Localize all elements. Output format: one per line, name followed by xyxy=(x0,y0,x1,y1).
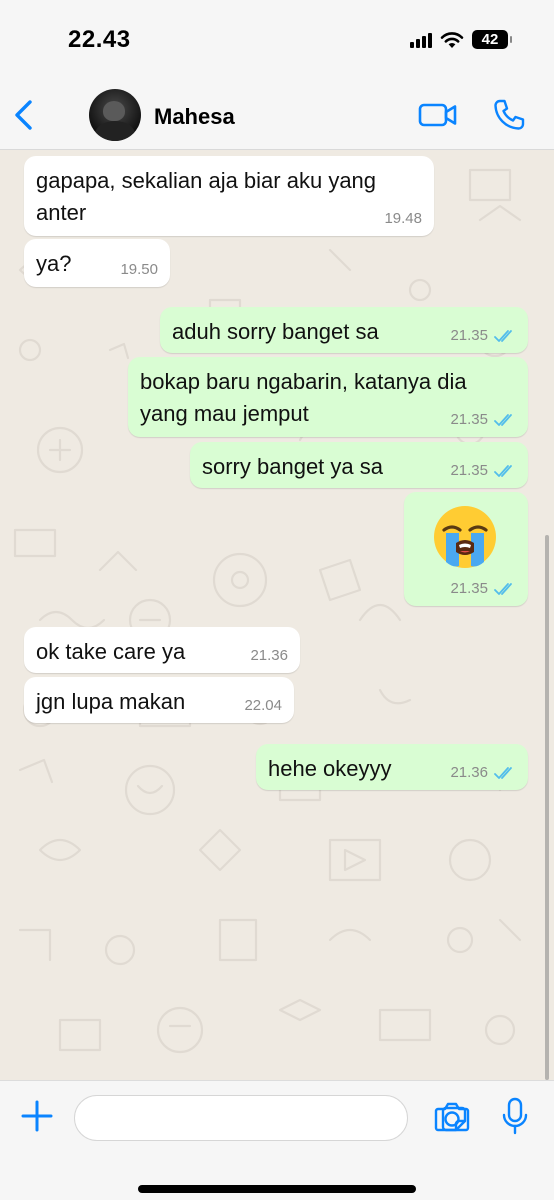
chat-area[interactable]: gapapa, sekalian aja biar aku yang anter… xyxy=(0,150,554,1080)
phone-icon[interactable] xyxy=(492,98,526,132)
message-text: gapapa, sekalian aja biar aku yang anter xyxy=(36,165,376,229)
message-bubble-outgoing[interactable]: hehe okeyyy 21.36 xyxy=(256,744,528,790)
message-line: aduh sorry banget sa xyxy=(172,319,379,344)
message-time: 21.35 xyxy=(450,580,488,597)
message-text: hehe okeyyy xyxy=(268,753,392,785)
message-input[interactable] xyxy=(91,1096,351,1140)
status-time: 22.43 xyxy=(68,26,131,53)
message-meta: 21.35 xyxy=(450,327,516,345)
message-line: anter xyxy=(36,200,87,225)
message-text: ok take care ya xyxy=(36,636,185,668)
message-line: ya? xyxy=(36,251,72,276)
message-time: 21.35 xyxy=(450,327,488,344)
battery-icon: 42 xyxy=(472,30,512,49)
message-bubble-outgoing-emoji[interactable]: 21.35 xyxy=(404,492,528,606)
message-meta: 21.36 xyxy=(250,647,288,665)
home-indicator[interactable] xyxy=(138,1185,416,1193)
message-time: 22.04 xyxy=(244,697,282,714)
read-ticks-icon xyxy=(494,767,512,779)
message-line: jgn lupa makan xyxy=(36,689,186,714)
message-meta: 19.48 xyxy=(384,210,422,228)
message-meta: 21.36 xyxy=(450,764,516,782)
message-meta: 22.04 xyxy=(244,697,282,715)
message-bubble-incoming[interactable]: gapapa, sekalian aja biar aku yang anter… xyxy=(24,156,434,236)
status-bar: 22.43 42 xyxy=(0,0,554,80)
chat-scrollbar[interactable] xyxy=(545,535,549,1080)
read-ticks-icon xyxy=(494,330,512,342)
message-bubble-incoming[interactable]: jgn lupa makan 22.04 xyxy=(24,677,294,723)
read-ticks-icon xyxy=(494,583,512,595)
message-bubble-incoming[interactable]: ya? 19.50 xyxy=(24,239,170,287)
message-time: 21.36 xyxy=(450,764,488,781)
battery-level: 42 xyxy=(481,31,499,48)
message-meta: 19.50 xyxy=(120,261,158,279)
message-meta: 21.35 xyxy=(450,462,516,480)
message-bubble-outgoing[interactable]: bokap baru ngabarin, katanya dia yang ma… xyxy=(128,357,528,437)
message-line: ok take care ya xyxy=(36,639,186,664)
message-meta: 21.35 xyxy=(450,580,516,598)
video-camera-icon[interactable] xyxy=(418,100,458,130)
message-bubble-outgoing[interactable]: aduh sorry banget sa 21.35 xyxy=(160,307,528,353)
message-bubble-incoming[interactable]: ok take care ya 21.36 xyxy=(24,627,300,673)
message-line: gapapa, sekalian aja biar aku yang xyxy=(36,168,377,193)
read-ticks-icon xyxy=(494,465,512,477)
chat-wallpaper xyxy=(13,164,522,1054)
camera-icon[interactable] xyxy=(434,1101,470,1133)
message-text: bokap baru ngabarin, katanya dia yang ma… xyxy=(140,366,467,430)
message-composer xyxy=(0,1080,554,1200)
message-line: hehe okeyyy xyxy=(268,756,392,781)
back-chevron-icon[interactable] xyxy=(10,98,38,132)
chat-header: Mahesa xyxy=(0,80,554,150)
message-time: 21.36 xyxy=(250,647,288,664)
avatar[interactable] xyxy=(89,89,141,141)
message-time: 21.35 xyxy=(450,411,488,428)
loudly-crying-face-icon xyxy=(434,506,496,568)
message-bubble-outgoing[interactable]: sorry banget ya sa 21.35 xyxy=(190,442,528,488)
message-text: sorry banget ya sa xyxy=(202,451,383,483)
message-text: jgn lupa makan xyxy=(36,686,185,718)
message-input-field[interactable] xyxy=(74,1095,467,1141)
message-time: 19.48 xyxy=(384,210,422,227)
message-line: sorry banget ya sa xyxy=(202,454,383,479)
message-text: aduh sorry banget sa xyxy=(172,316,379,348)
signal-icon xyxy=(410,32,432,48)
message-time: 19.50 xyxy=(120,261,158,278)
microphone-icon[interactable] xyxy=(502,1097,528,1135)
wifi-icon xyxy=(440,31,464,48)
message-line: yang mau jemput xyxy=(140,401,309,426)
message-line: bokap baru ngabarin, katanya dia xyxy=(140,369,467,394)
message-text: ya? xyxy=(36,248,71,280)
plus-icon[interactable] xyxy=(20,1099,54,1133)
message-time: 21.35 xyxy=(450,462,488,479)
contact-name[interactable]: Mahesa xyxy=(154,104,235,130)
message-meta: 21.35 xyxy=(450,411,516,429)
status-icons: 42 xyxy=(410,30,512,49)
read-ticks-icon xyxy=(494,414,512,426)
